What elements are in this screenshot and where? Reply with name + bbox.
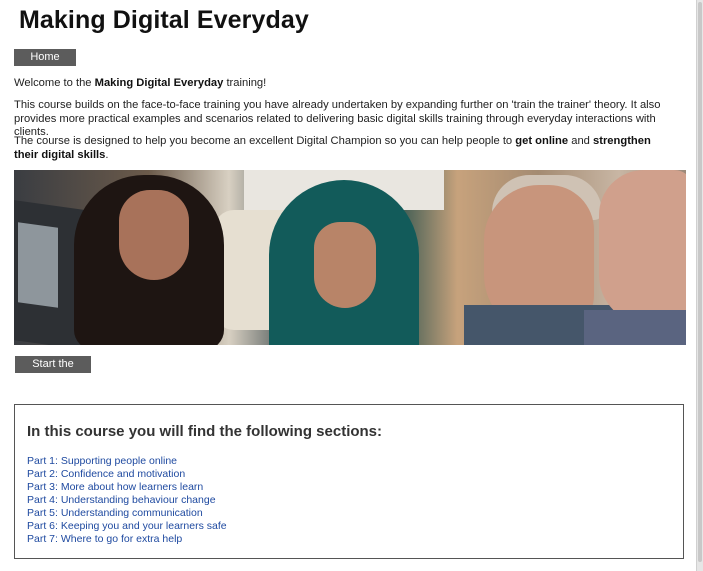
welcome-text-start: Welcome to the: [14, 77, 95, 89]
sections-list: Part 1: Supporting people online Part 2:…: [27, 455, 227, 546]
course-name: Making Digital Everyday: [94, 77, 224, 89]
course-description: This course builds on the face-to-face t…: [14, 99, 661, 138]
photo-person-shirt: [584, 310, 686, 345]
start-course-button[interactable]: Start the course: [15, 356, 91, 387]
photo-person-face: [314, 222, 376, 308]
section-link[interactable]: Part 5: Understanding communication: [27, 507, 227, 520]
page-title: Making Digital Everyday: [19, 6, 309, 34]
sections-heading: In this course you will find the followi…: [27, 423, 383, 440]
section-link[interactable]: Part 7: Where to go for extra help: [27, 533, 227, 546]
scrollbar-thumb[interactable]: [698, 2, 702, 562]
page: Making Digital Everyday Home Welcome to …: [0, 0, 697, 571]
section-link[interactable]: Part 4: Understanding behaviour change: [27, 494, 227, 507]
section-link[interactable]: Part 6: Keeping you and your learners sa…: [27, 520, 227, 533]
section-link[interactable]: Part 3: More about how learners learn: [27, 481, 227, 494]
photo-person-face: [599, 170, 686, 325]
section-link[interactable]: Part 1: Supporting people online: [27, 455, 227, 468]
home-button[interactable]: Home: [14, 49, 76, 66]
welcome-text: Welcome to the Making Digital Everyday t…: [14, 77, 674, 91]
photo-person-face: [119, 190, 189, 280]
section-link[interactable]: Part 2: Confidence and motivation: [27, 468, 227, 481]
welcome-text-end: training!: [223, 77, 267, 89]
goal-get-online: get online: [515, 135, 569, 147]
goal-text-mid: and: [568, 135, 593, 147]
hero-photo: [14, 170, 686, 345]
sections-panel: In this course you will find the followi…: [14, 404, 684, 559]
goal-text-end: .: [105, 148, 109, 161]
goal-text-start: The course is designed to help you becom…: [14, 135, 516, 147]
photo-monitor-screen: [18, 222, 58, 308]
course-goal-text: The course is designed to help you becom…: [14, 135, 674, 162]
vertical-scrollbar[interactable]: [696, 0, 703, 571]
